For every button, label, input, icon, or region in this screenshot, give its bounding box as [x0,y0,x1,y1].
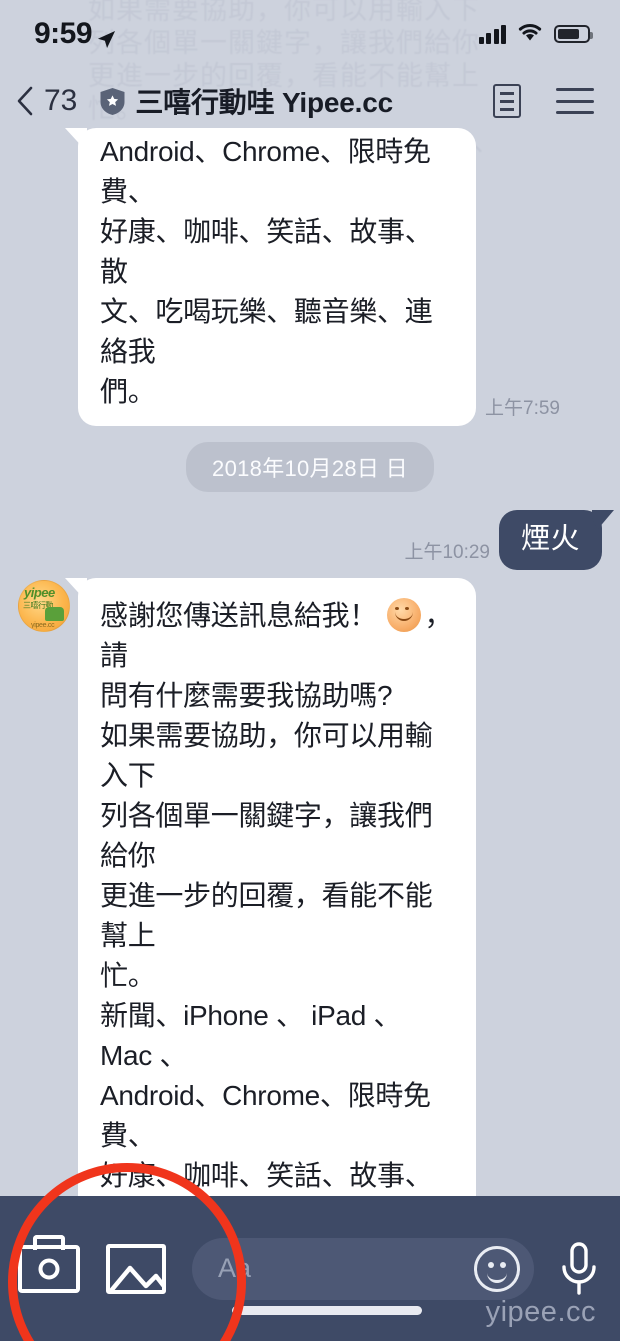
message-timestamp: 上午10:29 [404,542,490,563]
battery-icon [554,25,593,43]
unread-count-label: 73 [44,84,78,117]
message-timestamp: 上午7:59 [485,398,560,419]
chevron-left-icon [16,86,33,116]
message-text-before-emoji: 感謝您傳送訊息給我！ [100,600,385,631]
message-bubble-outgoing[interactable]: 煙火 [498,510,602,570]
page-title: 三嘻行動哇 Yipee.cc [135,87,393,118]
location-arrow-icon [97,23,116,48]
message-bubble-incoming[interactable]: Android、Chrome、限時免費、 好康、咖啡、笑話、故事、散 文、吃喝玩… [78,128,476,426]
navigation-bar: 73 三嘻行動哇 Yipee.cc [0,68,620,134]
chat-title-group[interactable]: 三嘻行動哇 Yipee.cc [99,81,393,121]
message-row-incoming-partial: Android、Chrome、限時免費、 好康、咖啡、笑話、故事、散 文、吃喝玩… [0,128,620,426]
smiley-face-icon[interactable] [474,1245,520,1292]
note-list-icon[interactable] [493,84,521,118]
cellular-signal-icon [478,24,506,44]
message-input-field[interactable]: Aa [192,1237,534,1300]
avatar-brand-label: yipee [24,585,55,600]
avatar[interactable]: yipee 三嘻行動 yipee.cc [18,580,70,632]
hamburger-menu-icon[interactable] [556,88,594,114]
date-separator: 2018年10月28日 日 [0,442,620,492]
back-button[interactable]: 73 [16,84,77,118]
site-watermark: yipee.cc [485,1296,596,1328]
home-indicator[interactable] [232,1306,422,1315]
nav-actions [493,84,594,118]
status-bar-time: 9:59 [34,17,93,50]
smiling-face-emoji [387,598,422,632]
avatar-mark-icon [45,607,64,621]
avatar-url-label: yipee.cc [31,622,55,629]
camera-icon[interactable] [18,1234,80,1293]
microphone-icon[interactable] [556,1241,602,1297]
message-input-placeholder: Aa [218,1253,252,1283]
photo-gallery-icon[interactable] [106,1243,166,1294]
message-row-outgoing: 上午10:29 煙火 [0,510,620,570]
status-bar-clock-group: 9:59 [34,17,116,51]
message-list[interactable]: Android、Chrome、限時免費、 好康、咖啡、笑話、故事、散 文、吃喝玩… [0,0,620,1341]
verified-shield-icon [99,87,126,116]
status-bar: 9:59 [0,0,620,68]
wifi-icon [517,22,543,46]
date-separator-label: 2018年10月28日 日 [186,442,434,492]
status-bar-indicators [478,22,593,46]
chat-screen: 如果需要協助，你可以用輸入下 列各個單一關鍵字，讓我們給你 更進一步的回覆，看能… [0,0,620,1341]
